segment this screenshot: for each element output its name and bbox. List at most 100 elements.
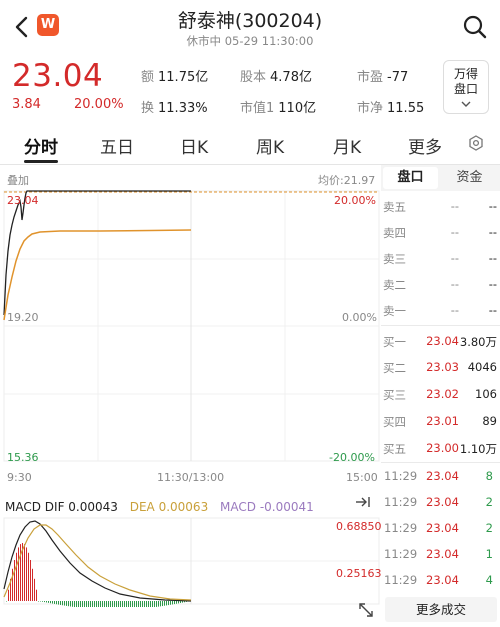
macd-bar (70, 601, 71, 607)
macd-bar (52, 601, 53, 604)
stat-share-capital: 股本 4.78亿 (240, 70, 312, 85)
search-button[interactable] (460, 12, 490, 42)
chart-settings-button[interactable] (467, 134, 485, 157)
macd-bar (42, 601, 43, 602)
macd-bar (98, 601, 99, 607)
tab-order-book[interactable]: 盘口 (383, 167, 438, 189)
macd-bar (78, 601, 79, 607)
macd-bar (90, 601, 91, 607)
stat-turnover-amount: 额 11.75亿 (141, 70, 209, 85)
market-status: 休市中 05-29 11:30:00 (186, 34, 314, 48)
stat-market-cap: 市值1 110亿 (240, 101, 317, 116)
order-book-label: 盘口 (453, 82, 478, 96)
macd-bar (134, 601, 135, 607)
trade-row: 11:29 23.04 4 (384, 573, 493, 587)
macd-bar (128, 601, 129, 607)
tab-weekly-k[interactable]: 周K (256, 133, 284, 158)
tab-monthly-k[interactable]: 月K (333, 133, 361, 158)
macd-bar (162, 601, 163, 607)
overlay-label[interactable]: 叠加 (7, 172, 29, 188)
order-row-sell5: 卖五 -- -- (383, 199, 497, 214)
macd-bar (28, 552, 29, 601)
macd-bar (74, 601, 75, 607)
divider (381, 325, 500, 326)
tab-more[interactable]: 更多 (408, 133, 442, 158)
macd-bar (136, 601, 137, 607)
stat-pe: 市盈 -77 (357, 70, 409, 85)
chart-tab-bar: 分时 五日 日K 周K 月K 更多 (0, 126, 500, 165)
macd-bar (160, 601, 161, 607)
pct-axis-high: 20.00% (334, 194, 376, 207)
macd-bar (92, 601, 93, 607)
tab-daily-k[interactable]: 日K (180, 133, 208, 158)
macd-legend[interactable]: MACD DIF 0.00043 DEA 0.00063 MACD -0.000… (5, 500, 314, 514)
macd-bar (32, 568, 33, 601)
macd-bar (164, 601, 165, 606)
macd-value-label: MACD -0.00041 (220, 500, 314, 514)
macd-bar (46, 601, 47, 603)
macd-bar (62, 601, 63, 606)
price-change-pct: 20.00% (74, 97, 124, 112)
fullscreen-button[interactable] (356, 600, 378, 620)
macd-bar (146, 601, 147, 607)
macd-bar (174, 601, 175, 605)
tab-intraday[interactable]: 分时 (24, 133, 58, 158)
macd-bar (14, 559, 15, 601)
trade-row: 11:29 23.04 1 (384, 547, 493, 561)
macd-expand-button[interactable] (352, 492, 374, 512)
macd-bar (54, 601, 55, 604)
macd-dea-label: DEA 0.00063 (129, 500, 209, 514)
more-trades-button[interactable]: 更多成交 (385, 597, 497, 622)
stock-title: 舒泰神(300204) (177, 10, 323, 32)
price-change: 3.84 (12, 97, 41, 112)
wande-order-book-button[interactable]: 万得 盘口 (443, 60, 489, 114)
macd-bar (166, 601, 167, 606)
macd-bar (104, 601, 105, 607)
order-row-buy3: 买三 23.02 106 (383, 387, 497, 402)
macd-bar (84, 601, 85, 607)
macd-bar (120, 601, 121, 607)
macd-bar (176, 601, 177, 604)
price-axis-low: 15.36 (7, 451, 39, 464)
macd-bar (114, 601, 115, 607)
last-price: 23.04 (12, 58, 104, 94)
macd-bar (126, 601, 127, 607)
macd-bar (168, 601, 169, 606)
avg-price-label: 均价:21.97 (318, 174, 376, 187)
macd-bar (30, 559, 31, 601)
macd-bar (156, 601, 157, 607)
macd-bar (34, 578, 35, 601)
macd-bar (16, 552, 17, 601)
macd-bar (66, 601, 67, 606)
macd-bar (8, 589, 9, 601)
wande-label: 万得 (453, 67, 478, 81)
macd-bar (140, 601, 141, 607)
macd-bar (80, 601, 81, 607)
stat-turnover-rate: 换 11.33% (141, 101, 208, 116)
macd-bar (68, 601, 69, 607)
intraday-chart[interactable] (0, 165, 381, 465)
macd-bar (102, 601, 103, 607)
trade-row: 11:29 23.04 2 (384, 495, 493, 509)
price-axis-mid: 19.20 (7, 311, 39, 324)
macd-bar (122, 601, 123, 607)
order-row-sell2: 卖二 -- -- (383, 277, 497, 292)
macd-bar (112, 601, 113, 607)
order-row-buy5: 买五 23.00 1.10万 (383, 441, 497, 456)
tab-capital-flow[interactable]: 资金 (442, 167, 497, 189)
macd-bar (44, 601, 45, 603)
time-axis-mid: 11:30/13:00 (157, 471, 225, 484)
macd-bar (64, 601, 65, 606)
macd-bar (56, 601, 57, 605)
active-tab-indicator (24, 160, 58, 163)
macd-bar (178, 601, 179, 604)
macd-bar (150, 601, 151, 607)
search-icon (463, 15, 487, 39)
macd-bar (152, 601, 153, 607)
macd-bar (172, 601, 173, 605)
macd-bar (148, 601, 149, 607)
macd-chart[interactable] (0, 517, 381, 607)
macd-bar (26, 547, 27, 601)
macd-axis-mid: 0.25163 (336, 567, 382, 580)
tab-five-day[interactable]: 五日 (100, 133, 134, 158)
